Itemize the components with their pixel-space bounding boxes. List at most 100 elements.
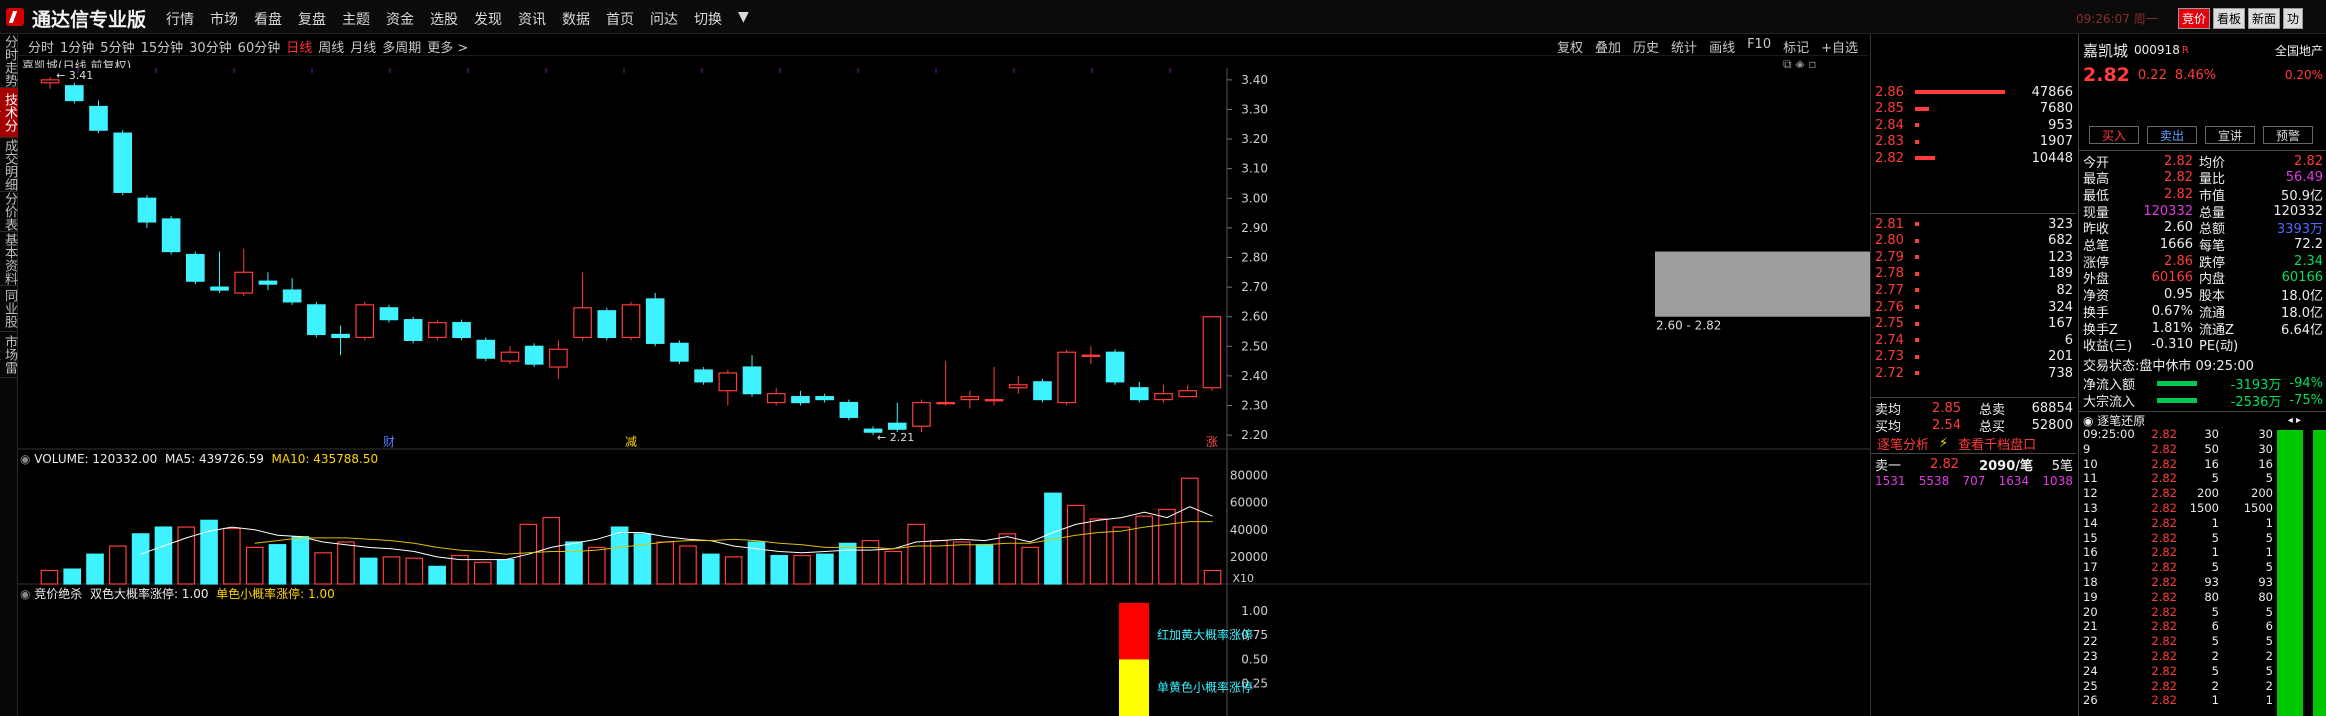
candle-body[interactable] bbox=[500, 351, 520, 362]
period-tab[interactable]: 月线 bbox=[350, 37, 376, 56]
left-tab[interactable]: 市场雷达 bbox=[0, 332, 18, 378]
volume-bar[interactable] bbox=[770, 554, 789, 585]
candle-body[interactable] bbox=[549, 348, 568, 368]
menu-item[interactable]: 数据 bbox=[562, 9, 590, 29]
volume-bar[interactable] bbox=[633, 533, 652, 585]
period-tab[interactable]: 1分钟 bbox=[60, 37, 94, 56]
candle-body[interactable] bbox=[839, 401, 859, 418]
period-tab[interactable]: 15分钟 bbox=[141, 37, 184, 56]
candle-body[interactable] bbox=[984, 398, 1004, 402]
candle-body[interactable] bbox=[718, 372, 738, 392]
tool-button[interactable]: 统计 bbox=[1671, 37, 1697, 56]
window-button[interactable]: 看板 bbox=[2213, 8, 2246, 29]
period-tab[interactable]: 5分钟 bbox=[100, 37, 134, 56]
tool-button[interactable]: 叠加 bbox=[1595, 37, 1621, 56]
candle-body[interactable] bbox=[355, 304, 375, 339]
candle-body[interactable] bbox=[476, 339, 496, 359]
candle-body[interactable] bbox=[1008, 384, 1028, 389]
volume-bar[interactable] bbox=[1112, 526, 1131, 585]
window-button[interactable]: 新面 bbox=[2248, 8, 2281, 29]
volume-bar[interactable] bbox=[245, 546, 264, 585]
volume-bar[interactable] bbox=[565, 541, 583, 585]
candle-body[interactable] bbox=[597, 310, 617, 339]
volume-bar[interactable] bbox=[907, 523, 925, 585]
depth-view-link[interactable]: 查看千档盘口 bbox=[1958, 434, 2036, 453]
volume-bar[interactable] bbox=[1203, 569, 1222, 585]
window-button[interactable]: 功 bbox=[2283, 8, 2304, 29]
volume-bar[interactable] bbox=[610, 526, 629, 585]
candle-body[interactable] bbox=[645, 298, 665, 344]
quote-action-button[interactable]: 买入 bbox=[2089, 126, 2139, 144]
quote-action-button[interactable]: 宣讲 bbox=[2205, 126, 2255, 144]
volume-bar[interactable] bbox=[724, 556, 743, 585]
candle-body[interactable] bbox=[113, 132, 133, 193]
quote-action-button[interactable]: 卖出 bbox=[2147, 126, 2197, 144]
candle-body[interactable] bbox=[621, 304, 641, 339]
bid-row[interactable]: 2.79 123 bbox=[1875, 249, 2073, 265]
ticks-arrows-icon[interactable]: ◂ ▸ bbox=[2288, 415, 2301, 426]
bid-row[interactable]: 2.72 738 bbox=[1875, 365, 2073, 381]
volume-bar[interactable] bbox=[1021, 546, 1039, 585]
volume-bar[interactable] bbox=[838, 542, 857, 585]
candle-body[interactable] bbox=[1202, 316, 1222, 389]
candle-body[interactable] bbox=[1154, 393, 1173, 401]
candle-body[interactable] bbox=[1129, 387, 1149, 401]
candle-body[interactable] bbox=[428, 322, 447, 339]
volume-bar[interactable] bbox=[223, 527, 241, 585]
event-marker[interactable]: 减 bbox=[625, 435, 637, 449]
bid-row[interactable]: 2.77 82 bbox=[1875, 282, 2073, 298]
bid-row[interactable]: 2.74 6 bbox=[1875, 332, 2073, 348]
period-tab[interactable]: 60分钟 bbox=[238, 37, 281, 56]
candle-body[interactable] bbox=[815, 396, 834, 401]
left-tab[interactable]: 分价表 bbox=[0, 192, 18, 232]
volume-bar[interactable] bbox=[63, 568, 82, 585]
ask-row[interactable]: 2.85 7680 bbox=[1875, 101, 2073, 117]
volume-bar[interactable] bbox=[405, 557, 424, 585]
menu-item[interactable]: 行情 bbox=[166, 9, 194, 29]
bid-row[interactable]: 2.76 324 bbox=[1875, 299, 2073, 315]
bid-row[interactable]: 2.75 167 bbox=[1875, 316, 2073, 332]
candle-body[interactable] bbox=[137, 197, 157, 223]
candle-body[interactable] bbox=[403, 319, 423, 341]
volume-bar[interactable] bbox=[109, 545, 127, 585]
volume-bar[interactable] bbox=[86, 553, 104, 585]
volume-bar[interactable] bbox=[314, 552, 332, 585]
candle-body[interactable] bbox=[1178, 390, 1198, 398]
volume-bar[interactable] bbox=[154, 526, 173, 585]
volume-bar[interactable] bbox=[542, 516, 560, 585]
period-tab[interactable]: 更多 > bbox=[427, 37, 468, 56]
volume-bar[interactable] bbox=[1180, 477, 1199, 585]
volume-bar[interactable] bbox=[40, 569, 59, 585]
volume-bar[interactable] bbox=[702, 553, 720, 585]
left-tab[interactable]: 基本资料 bbox=[0, 232, 18, 286]
candle-body[interactable] bbox=[694, 369, 713, 383]
candle-body[interactable] bbox=[887, 422, 907, 430]
kline-chart[interactable]: 3.40 3.30 3.20 3.10 3.00 2.90 2.80 2.70 2.60 2.50… bbox=[18, 68, 1870, 716]
volume-bar[interactable] bbox=[930, 540, 948, 585]
window-button[interactable]: 竞价 bbox=[2178, 8, 2211, 29]
volume-bar[interactable] bbox=[1066, 504, 1085, 585]
bid-row[interactable]: 2.73 201 bbox=[1875, 349, 2073, 365]
volume-bar[interactable] bbox=[1089, 518, 1108, 585]
tool-button[interactable]: 画线 bbox=[1709, 37, 1735, 56]
volume-bar[interactable] bbox=[952, 541, 971, 585]
candle-body[interactable] bbox=[210, 286, 229, 291]
menu-item[interactable]: 市场 bbox=[210, 9, 238, 29]
candle-body[interactable] bbox=[161, 218, 181, 253]
event-marker[interactable]: 涨 bbox=[1206, 434, 1218, 449]
volume-bar[interactable] bbox=[587, 546, 606, 585]
menu-item[interactable]: 问达 bbox=[650, 9, 678, 29]
tool-button[interactable]: F10 bbox=[1747, 37, 1771, 56]
left-tab[interactable]: 成交明细 bbox=[0, 138, 18, 192]
left-tab[interactable]: 同业股10 bbox=[0, 286, 18, 332]
menu-item[interactable]: 首页 bbox=[606, 9, 634, 29]
menu-item[interactable]: 切换 bbox=[694, 9, 722, 29]
tick-analysis-link[interactable]: 逐笔分析 bbox=[1877, 434, 1929, 453]
candle-body[interactable] bbox=[234, 271, 254, 294]
volume-bar[interactable] bbox=[268, 544, 287, 585]
ask-row[interactable]: 2.82 10448 bbox=[1875, 150, 2073, 166]
candle-body[interactable] bbox=[64, 85, 84, 102]
ask-row[interactable]: 2.83 1907 bbox=[1875, 134, 2073, 150]
candle-body[interactable] bbox=[1033, 381, 1052, 401]
volume-bar[interactable] bbox=[382, 556, 401, 585]
